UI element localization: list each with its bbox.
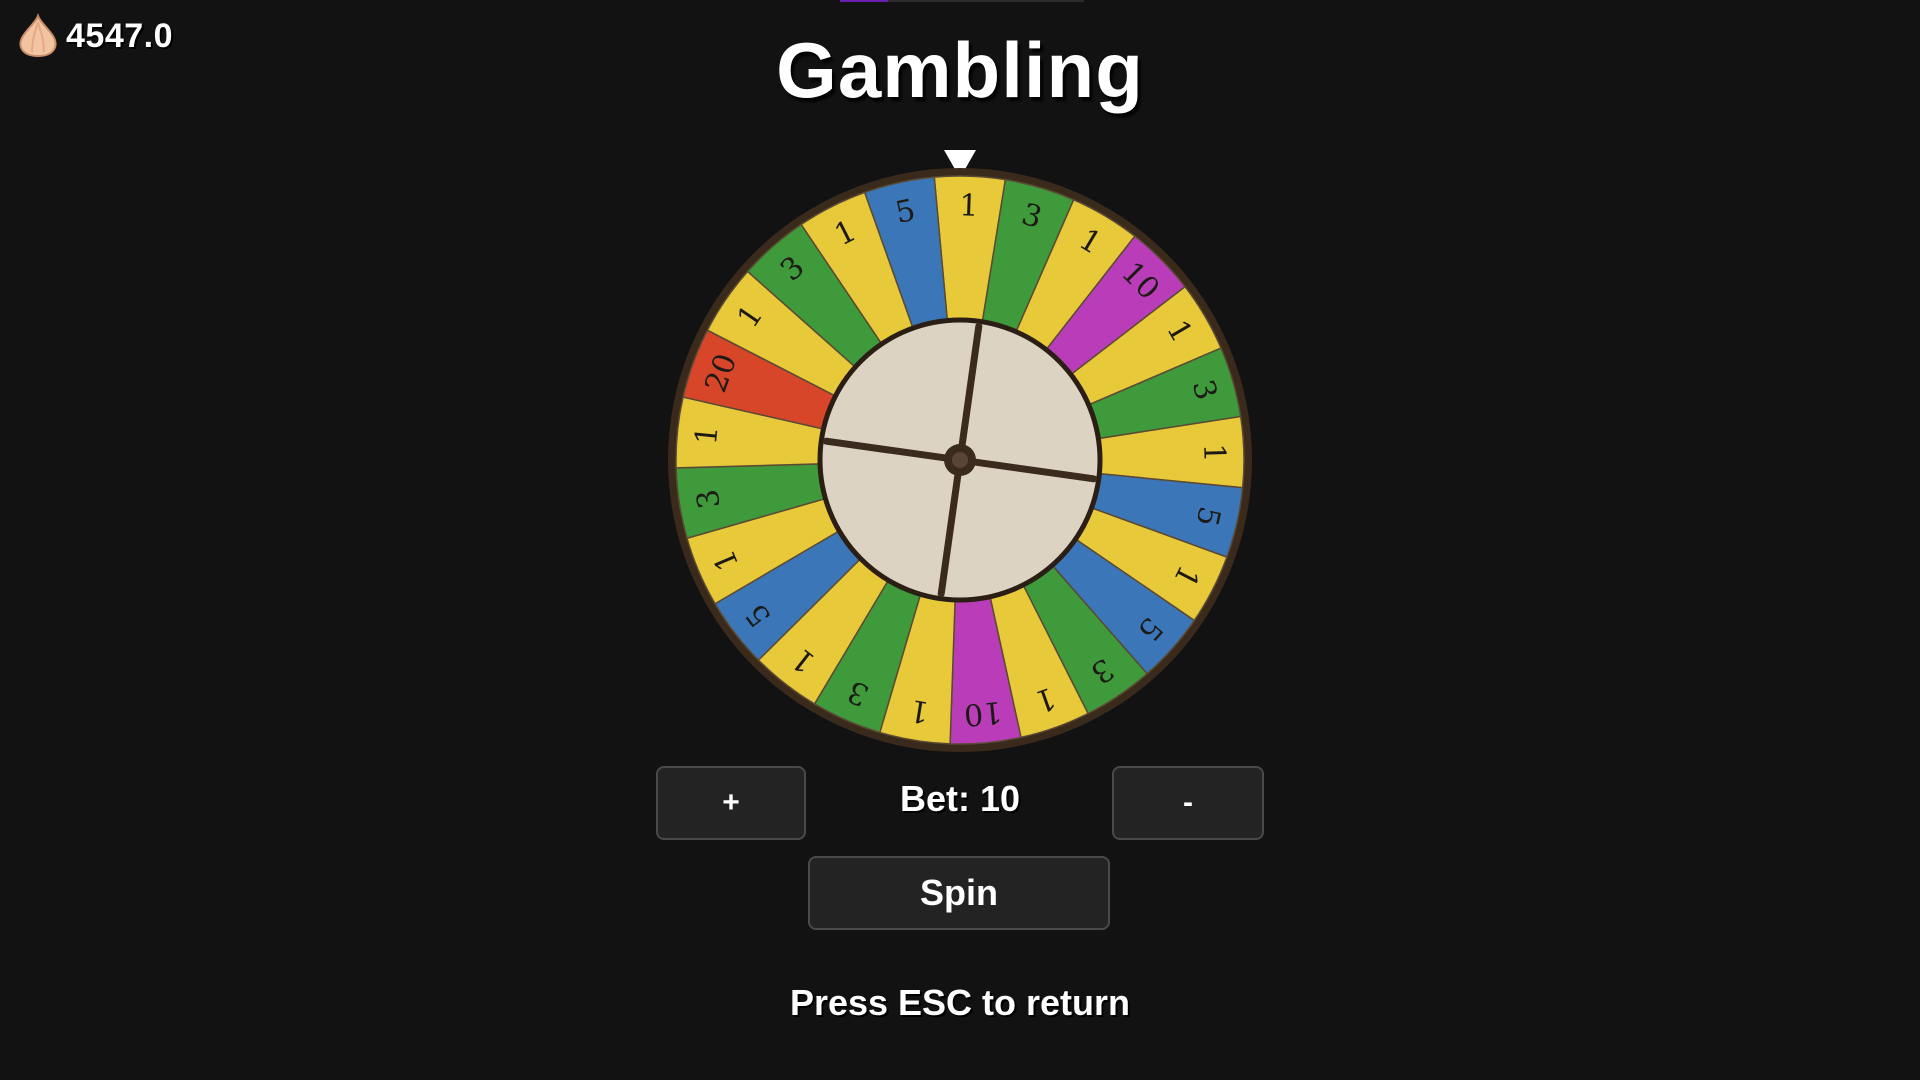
wheel-center-cap (952, 452, 968, 468)
decrease-bet-button[interactable]: - (1112, 766, 1264, 840)
increase-bet-button[interactable]: + (656, 766, 806, 840)
bet-amount: Bet: 10 (899, 778, 1021, 819)
spin-button[interactable]: Spin (808, 856, 1110, 930)
page-title: Gambling (776, 26, 1144, 114)
top-progress-bar (840, 0, 1084, 2)
wheel-segment-label: 1 (689, 424, 726, 446)
prize-wheel[interactable]: 1 3 1 10 1 3 1 5 1 5 3 1 10 1 3 1 5 1 3 1 20 1 3 1 5 (665, 165, 1255, 755)
wheel-segment-label: 1 (1196, 443, 1232, 463)
wheel-segment-label: 1 (959, 188, 979, 224)
wheel-segment-label: 10 (962, 694, 1003, 732)
return-hint: Press ESC to return (789, 982, 1131, 1023)
gambling-screen: 4547.0 Gambling 1 3 1 10 1 3 1 5 1 5 3 1 10 1 3 1 5 1 3 1 20… (0, 0, 1920, 1080)
top-progress-fill (840, 0, 888, 2)
prize-wheel-graphic[interactable]: 1 311013151531101315131201315 (665, 165, 1255, 755)
